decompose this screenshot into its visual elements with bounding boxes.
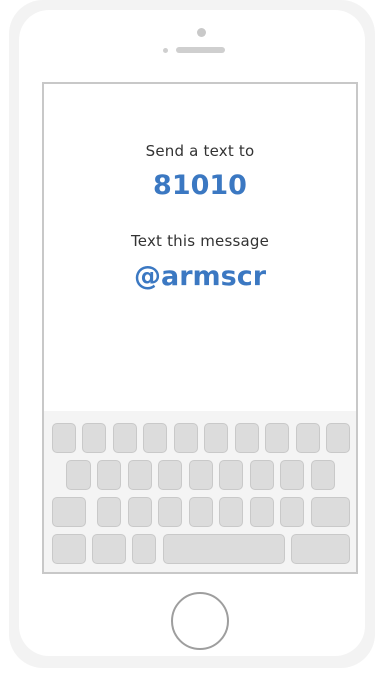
keyboard-key [128,497,152,527]
keyboard-backspace-key [311,497,350,527]
keyboard-illustration [44,411,356,572]
keyboard-shift-key [52,497,86,527]
keyboard-key [265,423,289,453]
keyboard-key [296,423,320,453]
keyboard-key [128,460,152,490]
keyboard-key [143,423,167,453]
keyboard-key [52,423,76,453]
short-code-number: 81010 [153,170,247,201]
keyboard-key [280,460,304,490]
message-instruction: Text this message [130,232,270,250]
keyboard-key [280,497,304,527]
keyboard-return-key [291,534,350,564]
keyboard-key [97,497,121,527]
keyboard-key [174,423,198,453]
keyboard-key [250,497,274,527]
message-code: @armscr [133,261,267,292]
keyboard-key [219,497,243,527]
keyboard-key [326,423,350,453]
keyboard-key [219,460,243,490]
keyboard-key [66,460,91,490]
keyboard-emoji-key [92,534,126,564]
keyboard-space-key [163,534,285,564]
phone-screen: Send a text to 81010 Text this message @… [42,82,358,574]
keyboard-key [189,497,213,527]
keyboard-key [158,460,182,490]
keyboard-key [113,423,137,453]
illustration-canvas: Send a text to 81010 Text this message @… [0,0,384,675]
keyboard-key [250,460,274,490]
keyboard-key [158,497,182,527]
keyboard-numbers-key [52,534,86,564]
keyboard-key [311,460,335,490]
keyboard-key [189,460,213,490]
send-text-instruction: Send a text to [145,142,255,160]
keyboard-key [204,423,228,453]
keyboard-key [235,423,259,453]
home-button [171,592,229,650]
keyboard-key [97,460,121,490]
camera-icon [197,28,206,37]
sensor-dot [163,48,168,53]
keyboard-mic-key [132,534,156,564]
keyboard-key [82,423,106,453]
speaker-grille [176,47,225,53]
